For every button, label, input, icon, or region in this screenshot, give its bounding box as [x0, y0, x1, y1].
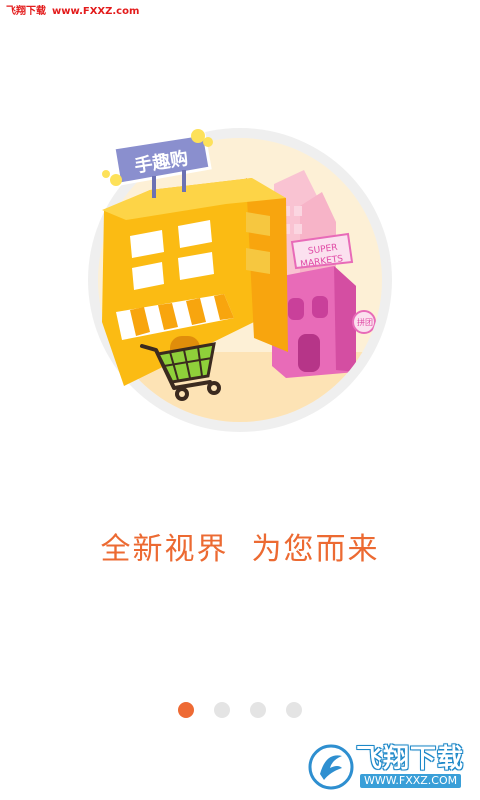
shopping-illustration: SUPER MARKETS 拼团 手趣购: [88, 128, 392, 432]
page-dot-4[interactable]: [286, 702, 302, 718]
top-watermark-brand: 飞翔下载: [6, 6, 46, 17]
page-dot-3[interactable]: [250, 702, 266, 718]
onboarding-tagline: 全新视界 为您而来: [100, 532, 380, 567]
side-sign-text: 拼团: [357, 317, 373, 327]
top-watermark-url: www.FXXZ.com: [52, 6, 140, 17]
bottom-watermark: 飞翔下载 WWW.FXXZ.COM: [308, 740, 470, 794]
page-dot-2[interactable]: [214, 702, 230, 718]
top-watermark: 飞翔下载 www.FXXZ.com: [6, 6, 139, 18]
onboarding-screen: 飞翔下载 www.FXXZ.com SUPER MARKETS 拼团 手趣购 全…: [0, 0, 480, 800]
watermark-logo-icon: [308, 744, 354, 790]
watermark-url: WWW.FXXZ.COM: [360, 774, 462, 788]
watermark-brand: 飞翔下载: [356, 744, 465, 774]
page-dot-1-active[interactable]: [178, 702, 194, 718]
page-indicator: [0, 702, 480, 718]
